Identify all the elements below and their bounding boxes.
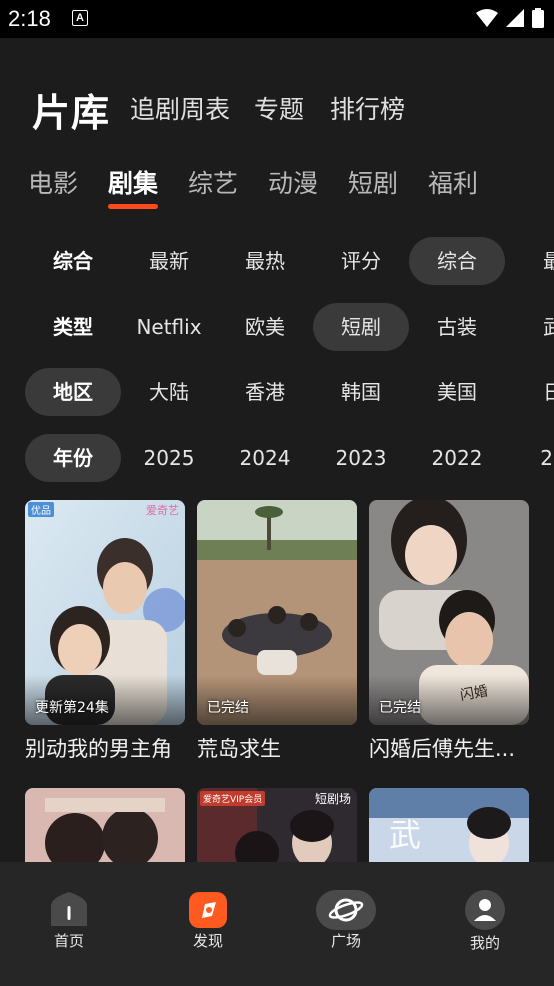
notification-a-icon: A — [72, 10, 88, 26]
category-tab-variety[interactable]: 综艺 — [188, 164, 238, 200]
category-tab-anime[interactable]: 动漫 — [268, 164, 318, 200]
poster-corner-tag: 爱奇艺VIP会员 — [200, 791, 266, 806]
show-title: 别动我的男主角 — [25, 737, 172, 761]
battery-icon — [532, 8, 544, 28]
episode-badge: 更新第24集 — [35, 700, 109, 716]
nav-label: 首页 — [53, 932, 84, 950]
category-tab-short[interactable]: 短剧 — [348, 164, 398, 200]
show-card[interactable]: 优品 爱奇艺 更新第24集 别动我的男主角 — [25, 500, 185, 763]
poster-brand-tag: 爱奇艺 — [146, 504, 179, 517]
category-tab-welfare[interactable]: 福利 — [428, 164, 478, 200]
tab-ranking[interactable]: 排行榜 — [330, 90, 405, 126]
filter-chip[interactable]: 最热 — [217, 237, 313, 285]
nav-item-home[interactable]: 首页 — [19, 862, 119, 962]
filter-area: 综合 最新 最热 评分 综合 最 类型 Netflix 欧美 短剧 古装 武 地… — [0, 220, 554, 500]
filter-row-year: 年份 2025 2024 2023 2022 20 — [0, 434, 554, 484]
filter-chip[interactable]: 综合 — [25, 237, 121, 285]
top-header: 片库 追剧周表 专题 排行榜 — [0, 38, 554, 150]
tab-topics[interactable]: 专题 — [254, 90, 304, 126]
nav-item-plaza[interactable]: 广场 — [296, 862, 396, 962]
filter-chip[interactable]: 欧美 — [217, 303, 313, 351]
category-tab-series[interactable]: 剧集 — [108, 164, 158, 200]
discover-icon — [189, 892, 227, 928]
status-badge: 已完结 — [379, 700, 421, 716]
page-title[interactable]: 片库 — [32, 82, 110, 137]
status-time: 2:18 — [8, 6, 51, 31]
filter-chip-selected[interactable]: 地区 — [25, 368, 121, 416]
filter-chip[interactable]: 2022 — [409, 434, 505, 482]
category-tabs: 电影 剧集 综艺 动漫 短剧 福利 — [0, 150, 554, 220]
poster-image[interactable] — [25, 788, 185, 862]
filter-chip-selected[interactable]: 年份 — [25, 434, 121, 482]
nav-label: 我的 — [469, 934, 500, 952]
filter-chip[interactable]: 韩国 — [313, 368, 409, 416]
wifi-icon — [476, 9, 498, 27]
poster-art — [25, 788, 185, 862]
filter-chip[interactable]: 古装 — [409, 303, 505, 351]
filter-chip[interactable]: 美国 — [409, 368, 505, 416]
filter-row-region: 地区 大陆 香港 韩国 美国 日 — [0, 368, 554, 418]
bottom-nav: 首页 发现 广场 我的 — [0, 862, 554, 986]
filter-chip[interactable]: 2024 — [217, 434, 313, 482]
filter-chip[interactable]: 类型 — [25, 303, 121, 351]
filter-chip[interactable]: 2023 — [313, 434, 409, 482]
nav-item-discover[interactable]: 发现 — [158, 862, 258, 962]
active-tab-indicator — [108, 204, 158, 209]
status-bar: 2:18 A — [0, 0, 554, 38]
filter-chip[interactable]: 评分 — [313, 237, 409, 285]
planet-icon — [316, 890, 376, 930]
poster-brand-tag: 短剧场 — [314, 792, 351, 806]
status-icons — [476, 8, 544, 28]
svg-text:武: 武 — [389, 816, 421, 854]
show-title: 荒岛求生 — [197, 737, 281, 761]
filter-chip[interactable]: 最新 — [121, 237, 217, 285]
show-title: 闪婚后傅先生... — [369, 737, 516, 761]
filter-chip-selected[interactable]: 综合 — [409, 237, 505, 285]
signal-icon — [506, 9, 524, 27]
poster-art: 武 — [369, 788, 529, 862]
nav-label: 广场 — [330, 932, 361, 950]
nav-item-profile[interactable]: 我的 — [435, 862, 535, 962]
filter-chip[interactable]: 香港 — [217, 368, 313, 416]
profile-icon — [465, 890, 505, 930]
show-card[interactable]: 闪婚 已完结 闪婚后傅先生... — [369, 500, 529, 763]
poster-image[interactable]: 爱奇艺VIP会员 短剧场 — [197, 788, 357, 862]
filter-chip[interactable]: 2025 — [121, 434, 217, 482]
show-card[interactable]: 已完结 荒岛求生 — [197, 500, 357, 763]
filter-row-sort: 综合 最新 最热 评分 综合 最 — [0, 237, 554, 287]
filter-chip[interactable]: 日 — [505, 368, 554, 416]
filter-chip[interactable]: 武 — [505, 303, 554, 351]
home-icon — [51, 892, 87, 926]
app-screen: 2:18 A 片库 追剧周表 专题 排行榜 电影 剧集 综艺 动漫 短剧 福利 … — [0, 0, 554, 986]
poster-image[interactable]: 武 — [369, 788, 529, 862]
poster-image: 闪婚 已完结 — [369, 500, 529, 725]
poster-image: 优品 爱奇艺 更新第24集 — [25, 500, 185, 725]
status-badge: 已完结 — [207, 700, 249, 716]
poster-corner-tag: 优品 — [28, 502, 54, 517]
filter-chip[interactable]: 最 — [505, 237, 554, 285]
content-grid: 优品 爱奇艺 更新第24集 别动我的男主角 已完结 荒岛求生 已完结 闪婚后傅先… — [0, 500, 554, 862]
filter-chip-selected[interactable]: 短剧 — [313, 303, 409, 351]
category-tab-movie[interactable]: 电影 — [28, 164, 78, 200]
filter-chip[interactable]: 大陆 — [121, 368, 217, 416]
filter-chip[interactable]: 20 — [505, 434, 554, 482]
filter-row-type: 类型 Netflix 欧美 短剧 古装 武 — [0, 303, 554, 353]
filter-chip[interactable]: Netflix — [121, 303, 217, 351]
nav-label: 发现 — [192, 932, 223, 950]
tab-schedule[interactable]: 追剧周表 — [130, 90, 230, 126]
poster-image: 已完结 — [197, 500, 357, 725]
